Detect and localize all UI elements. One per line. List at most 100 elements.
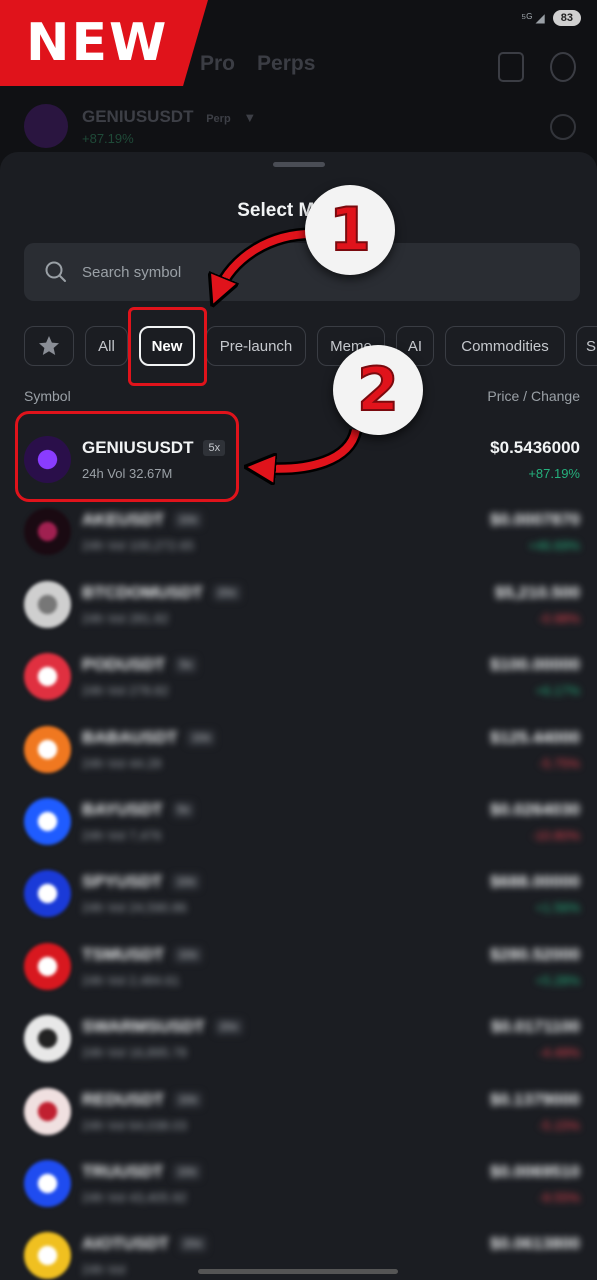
battery-indicator: 83 [552, 10, 581, 26]
tab-perps[interactable]: Perps [257, 52, 315, 76]
filter-pre-launch[interactable]: Pre-launch [206, 326, 306, 366]
filter-chips: All New Pre-launch Meme AI Commodities S [24, 326, 597, 366]
market-row[interactable]: AKEUSDT 10x 24h Vol 100,272.65 $0.0007870 +4… [0, 500, 597, 574]
price-text: $5,210.500 [494, 582, 580, 602]
step-two-label: 2 [356, 354, 400, 426]
background-symbol-tag: Perp [206, 112, 231, 125]
change-text: +46.69% [528, 538, 580, 554]
calculator-icon[interactable] [498, 52, 524, 82]
chevron-down-icon: ▼ [243, 109, 257, 125]
market-row[interactable]: TSMUSDT 10x 24h Vol 2,484.61 $280.52000 +5.2… [0, 935, 597, 1009]
background-symbol-change: +87.19% [82, 130, 134, 146]
info-icon[interactable] [550, 114, 576, 140]
annotation-box-genius-row [15, 411, 239, 502]
column-symbol: Symbol [24, 388, 71, 404]
market-row[interactable]: TRUUSDT 10x 24h Vol 43,405.92 $0.0069510 -9.… [0, 1152, 597, 1226]
volume-text: 24h Vol 64,038.03 [82, 1117, 187, 1133]
step-two-marker: 2 [333, 345, 423, 435]
status-bar: ⁵ᴳ ◢ 83 [521, 10, 581, 26]
change-text: +6.17% [535, 683, 580, 699]
price-text: $0.0007870 [490, 510, 580, 530]
symbol-name: BTCDOMUSDT [82, 582, 203, 602]
market-row[interactable]: BAYUSDT 5x 24h Vol 7,476 $0.0264030 -10.80% [0, 790, 597, 864]
star-icon [39, 336, 59, 355]
favorites-chip[interactable] [24, 326, 74, 366]
coin-logo [24, 508, 71, 556]
search-placeholder: Search symbol [82, 263, 182, 281]
filter-commodities[interactable]: Commodities [445, 326, 565, 366]
price-text: $0.0069510 [490, 1162, 580, 1181]
change-text: -5.15% [538, 1117, 580, 1133]
leverage-badge: 10x [187, 729, 216, 746]
price-text: $0.0264030 [490, 800, 580, 819]
tab-pro[interactable]: Pro [200, 52, 235, 76]
leverage-badge: 20x [178, 1236, 207, 1253]
new-badge: NEW [0, 0, 208, 86]
change-text: -0.98% [538, 610, 580, 626]
symbol-name: BAYUSDT [82, 800, 163, 819]
filter-more[interactable]: S [576, 326, 597, 366]
symbol-name: AKEUSDT [82, 510, 165, 530]
price-text: $280.52000 [490, 944, 580, 964]
leverage-badge: 5x [175, 657, 197, 674]
signal-icon: ⁵ᴳ ◢ [521, 11, 545, 25]
volume-text: 24h Vol 281.82 [82, 610, 169, 626]
search-input[interactable]: Search symbol [24, 243, 580, 301]
filter-all[interactable]: All [85, 326, 128, 366]
coin-logo [24, 1087, 71, 1135]
market-row[interactable]: SWARMSUSDT 20x 24h Vol 16,895.78 $0.0171100… [0, 1007, 597, 1081]
change-text: -10.80% [531, 828, 580, 843]
price-text: $0.0171100 [491, 1017, 580, 1037]
leverage-badge: 10x [174, 1091, 202, 1108]
volume-text: 24h Vol 43,405.92 [82, 1190, 187, 1205]
step-one-label: 1 [328, 194, 372, 266]
volume-text: 24h Vol 278.82 [82, 683, 169, 699]
change-text: -9.55% [538, 1190, 580, 1205]
change-text: +5.28% [535, 972, 580, 988]
volume-text: 24h Vol 100,272.65 [82, 538, 195, 554]
price-text: $688.00000 [490, 872, 580, 892]
symbol-name: TRUUSDT [82, 1162, 164, 1181]
volume-text: 24h Vol 2,484.61 [82, 972, 180, 988]
background-tabs: Pro Perps [200, 52, 315, 76]
background-symbol-name: GENIUSUSDT [82, 106, 194, 126]
leverage-badge: 10x [174, 512, 202, 529]
symbol-name: SWARMSUSDT [82, 1017, 205, 1037]
symbol-name: REDUSDT [82, 1089, 165, 1109]
leverage-badge: 5x [172, 802, 195, 818]
coin-logo [24, 1160, 71, 1207]
sheet-handle[interactable] [273, 162, 325, 167]
symbol-name: PODUSDT [82, 655, 166, 675]
symbol-name: TSMUSDT [82, 944, 165, 964]
background-symbol-logo [24, 104, 68, 148]
coin-logo [24, 942, 71, 990]
price-text: $0.0613800 [490, 1234, 580, 1254]
change-text: +1.56% [535, 900, 580, 916]
market-row[interactable]: SPYUSDT 10x 24h Vol 24,590.86 $688.00000 +1.… [0, 862, 597, 936]
coin-logo [24, 798, 71, 845]
market-row[interactable]: PODUSDT 5x 24h Vol 278.82 $100.00000 +6.17% [0, 645, 597, 719]
annotation-box-new-filter [128, 307, 207, 386]
coin-logo [24, 1232, 71, 1280]
market-row[interactable]: BTCDOMUSDT 20x 24h Vol 281.82 $5,210.500 -0.… [0, 573, 597, 647]
volume-text: 24h Vol 7,476 [82, 828, 162, 843]
step-one-marker: 1 [305, 185, 395, 275]
leverage-badge: 10x [174, 946, 202, 963]
volume-text: 24h Vol 24,590.86 [82, 900, 187, 916]
settings-icon[interactable] [550, 52, 576, 82]
column-price-change[interactable]: Price / Change [487, 388, 580, 404]
market-row[interactable]: REDUSDT 10x 24h Vol 64,038.03 $0.1379000 -5.… [0, 1080, 597, 1154]
column-headers: Symbol Price / Change [24, 388, 580, 404]
leverage-badge: 20x [214, 1019, 243, 1036]
new-badge-label: NEW [26, 13, 169, 73]
coin-logo [24, 870, 71, 918]
volume-text: 24h Vol 44.28 [82, 755, 162, 771]
price-text: $100.00000 [490, 655, 580, 675]
sheet-title: Select Market [237, 200, 360, 221]
price-text: $0.5436000 [490, 438, 580, 457]
change-text: -4.49% [538, 1045, 580, 1061]
market-row[interactable]: BABAUSDT 10x 24h Vol 44.28 $125.44000 -5.75% [0, 718, 597, 792]
coin-logo [24, 1015, 71, 1063]
change-text: -5.75% [538, 755, 580, 771]
search-icon [45, 261, 66, 282]
